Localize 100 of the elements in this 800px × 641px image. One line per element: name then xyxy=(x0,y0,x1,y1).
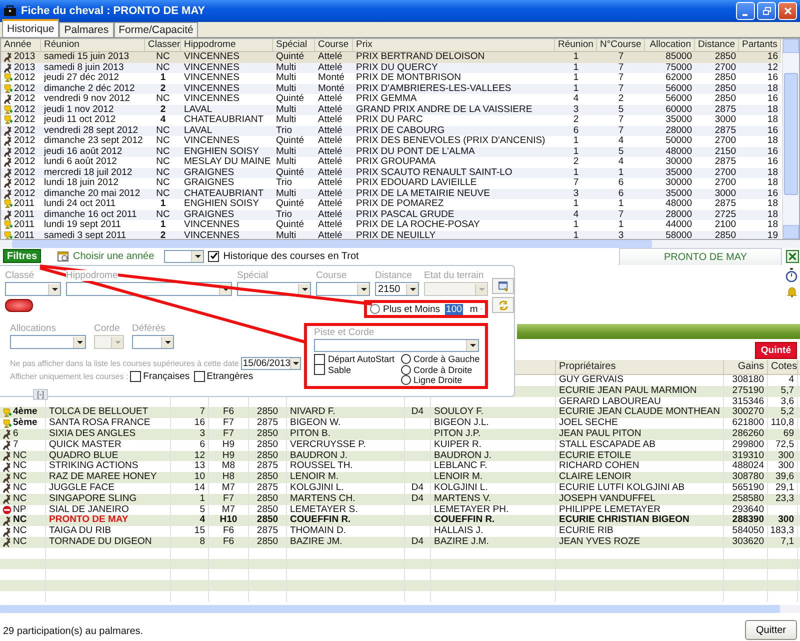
column-header[interactable]: Spécial xyxy=(273,39,315,51)
table-row[interactable]: 2012 lundi 18 juin 2012 NC GRAIGNES Trio Attelé PRIX EDOUARD LAVIEILLE 7 6 30000 2700 18 xyxy=(1,178,781,188)
table-row[interactable]: 4ème TOLCA DE BELLOUET 7 F6 2850 NIVARD F. D4 SOULOY F. ECURIE JEAN CLAUDE MONTHEAN 300270 5,2 xyxy=(0,407,800,418)
field-label: Distance xyxy=(375,270,412,281)
tab[interactable]: Historique xyxy=(2,19,60,37)
stopwatch-icon[interactable] xyxy=(785,268,798,282)
horizontal-scrollbar[interactable] xyxy=(0,240,800,248)
table-cell-text: 28000 xyxy=(664,210,693,220)
filters-button[interactable]: Filtres xyxy=(3,249,42,263)
table-row[interactable]: 2013 samedi 8 juin 2013 NC VINCENNES Multi Attelé PRIX DU QUERCY 1 7 75000 2700 12 xyxy=(1,62,781,73)
table-row[interactable]: 2012 lundi 6 août 2012 NC MESLAY DU MAINE Multi Attelé PRIX GROUPAMA 2 4 30000 2875 16 xyxy=(1,157,781,168)
table-row[interactable]: 6 SIXIA DES ANGLES 3 F7 2850 PITON B. PITON J.P. JEAN PAUL PITON 286260 69 xyxy=(0,428,800,440)
table-row[interactable]: NC QUADRO BLUE 12 H9 2850 BAUDRON J. BAUDRON J. ECURIE ETOILE 319310 300 xyxy=(0,450,800,462)
table-cell-text: NC xyxy=(155,52,171,62)
column-header[interactable]: Prix xyxy=(353,39,555,51)
radio-button[interactable] xyxy=(400,375,411,386)
table-row[interactable]: 5ème SANTA ROSA FRANCE 16 F7 2875 BIGEON W. BIGEON J.L. JOEL SECHE 621800 110,8 xyxy=(0,418,800,429)
table-row[interactable]: NC RAZ DE MAREE HONEY 10 H8 2850 LENOIR M. LENOIR M. CLAIRE LENOIR 308780 39,6 xyxy=(0,472,800,483)
radio-button[interactable] xyxy=(400,364,411,375)
table-row[interactable]: NC STRIKING ACTIONS 13 M8 2875 ROUSSEL TH. LEBLANC F. RICHARD COHEN 488024 300 xyxy=(0,461,800,472)
date-field[interactable]: 15/06/2013 xyxy=(240,357,301,370)
table-cell-text: 18 xyxy=(766,84,779,94)
table-row[interactable]: NP SIAL DE JANEIRO 5 M7 2850 LEMETAYER S. LEMETAYER PH. PHILIPPE LEMETAYER 293640 xyxy=(0,504,800,516)
tab[interactable]: Forme/Capacité xyxy=(114,22,198,37)
restore-button[interactable] xyxy=(757,2,776,20)
column-header[interactable]: Course xyxy=(315,39,353,51)
collapse-toggle[interactable]: [-] xyxy=(33,389,48,400)
table-row[interactable]: NC TORNADE DU DIGEON 8 F6 2850 BAZIRE JM. D4 BAZIRE J.M. JEAN YVES ROZE 303620 7,1 xyxy=(0,536,800,548)
checkbox[interactable] xyxy=(130,371,142,382)
column-header[interactable]: Gains xyxy=(724,360,768,374)
column-header[interactable]: Année xyxy=(1,39,41,51)
table-row[interactable]: 2012 jeudi 16 août 2012 NC ENGHIEN SOISY Multi Attelé PRIX DU PONT DE L'ALMA 1 5 48000 2150 16 xyxy=(1,146,781,157)
table-cell: NC xyxy=(13,494,27,505)
table-row[interactable]: 2013 samedi 15 juin 2013 NC VINCENNES Quinté Attelé PRIX BERTRAND DELOISON 1 7 85000 2850 16 xyxy=(1,52,781,62)
radio-button[interactable] xyxy=(400,354,411,364)
table-row[interactable]: NC PRONTO DE MAY 4 H10 2850 COUEFFIN R. COUEFFIN R. ECURIE CHRISTIAN BIGEON 288390 300 xyxy=(0,515,800,526)
table-cell-text: 1 xyxy=(572,136,580,146)
checkbox[interactable] xyxy=(314,354,325,365)
column-header[interactable]: Distance xyxy=(695,39,739,51)
checkbox[interactable] xyxy=(208,250,220,262)
table-cell: 23,3 xyxy=(776,494,794,505)
table-row[interactable]: 2012 vendredi 9 nov 2012 NC VINCENNES Quinté Attelé PRIX GEMMA 4 2 56000 2850 16 xyxy=(1,94,781,104)
table-cell-text: TOLCA DE BELLOUET xyxy=(49,407,148,418)
table-cell-text: 2 xyxy=(159,104,167,115)
radio-button[interactable] xyxy=(370,304,380,314)
table-row[interactable]: 2012 dimanche 20 mai 2012 NC CHATEAUBRIANT Multi Attelé PRIX DE LA METAIRIE NEUVE 3 6 35000 3000 16 xyxy=(1,188,781,199)
table-row[interactable]: 2012 jeudi 11 oct 2012 4 CHATEAUBRIANT Multi Attelé PRIX DU PARC 2 7 35000 3000 18 xyxy=(1,115,781,126)
column-header[interactable]: Partants xyxy=(739,39,781,51)
spreadsheet-icon[interactable] xyxy=(786,250,799,262)
table-row[interactable]: 2012 dimanche 2 déc 2012 2 VINCENNES Multi Monté PRIX D'AMBRIERES-LES-VALLEES 1 7 56000 2850 18 xyxy=(1,84,781,94)
table-cell: JOSEPH VANDUFFEL xyxy=(559,494,656,505)
table-row[interactable]: 2012 dimanche 23 sept 2012 NC VINCENNES Quinté Attelé PRIX DES BENEVOLES (PRIX D'ANCENIS) 1 4 50000 2700 18 xyxy=(1,136,781,146)
table-cell-text: vendredi 28 sept 2012 xyxy=(43,126,140,136)
table-row[interactable]: 2012 vendredi 28 sept 2012 NC LAVAL Trio Attelé PRIX DE CABOURG 6 7 28000 2875 16 xyxy=(1,126,781,136)
vertical-scrollbar[interactable] xyxy=(782,39,799,239)
minimize-button[interactable] xyxy=(736,2,755,20)
close-button[interactable] xyxy=(778,2,797,20)
bell-icon[interactable] xyxy=(786,286,798,298)
clear-button[interactable] xyxy=(5,299,33,312)
column-header[interactable]: Classer xyxy=(145,39,181,51)
table-row[interactable]: 2012 mercredi 18 juil 2012 NC GRAIGNES Quinté Attelé PRIX SCAUTO RENAULT SAINT-LO 1 1 35000 2700 18 xyxy=(1,168,781,178)
table-cell-text: 2850 xyxy=(256,515,278,526)
dropdown[interactable] xyxy=(132,335,174,349)
column-header[interactable]: Propriétaires xyxy=(556,360,724,374)
table-row[interactable]: 2011 lundi 19 sept 2011 1 VINCENNES Quinté Attelé PRIX DE LA ROCHE-POSAY 1 1 44000 2100 18 xyxy=(1,220,781,230)
table-row[interactable]: 2011 dimanche 16 oct 2011 NC GRAIGNES Trio Attelé PRIX PASCAL GRUDE 4 7 28000 2725 18 xyxy=(1,210,781,220)
column-header[interactable]: Cotes xyxy=(768,360,798,374)
checkbox[interactable] xyxy=(314,364,325,376)
window-icon xyxy=(3,5,17,17)
table-row[interactable]: 7 QUICK MASTER 6 H9 2850 VERCRUYSSE P. KUIPER R. STALL ESCAPADE AB 299800 72,5 xyxy=(0,440,800,451)
table-row[interactable]: NC SINGAPORE SLING 1 F7 2850 MARTENS CH. D4 MARTENS V. JOSEPH VANDUFFEL 258580 23,3 xyxy=(0,494,800,505)
dropdown[interactable]: 2150 xyxy=(375,282,419,296)
column-header[interactable]: Réunion xyxy=(555,39,597,51)
column-header[interactable]: Réunion xyxy=(41,39,145,51)
tab[interactable]: Palmares xyxy=(59,22,114,37)
dropdown[interactable] xyxy=(316,282,370,296)
calendar-button[interactable] xyxy=(492,278,514,294)
checkbox[interactable] xyxy=(194,371,205,382)
table-row[interactable]: NC TAIGA DU RIB 15 F6 2875 THOMAIN D. HALLAIS J. ECURIE RIB 584050 183,3 xyxy=(0,526,800,537)
field-label: Etat du terrain xyxy=(424,270,484,281)
field-label: Course xyxy=(316,270,347,281)
distance-margin-field[interactable]: 100 xyxy=(445,304,463,314)
table-cell: 584050 xyxy=(732,526,764,537)
table-cell: 15 xyxy=(194,526,205,537)
horse-name-tab[interactable]: PRONTO DE MAY xyxy=(619,248,782,264)
table-row[interactable]: NC JUGGLE FACE 14 M7 2875 KOLGJINI L. D4 KOLGJINI L. ECURIE LUTFI KOLGJINI AB 565190 29,1 xyxy=(0,482,800,494)
quit-button[interactable]: Quitter xyxy=(745,620,797,640)
table-row[interactable]: 2011 lundi 24 oct 2011 1 ENGHIEN SOISY Quinté Attelé PRIX DE POMAREZ 1 1 48000 2875 18 xyxy=(1,199,781,210)
table-cell: 258580 xyxy=(732,494,764,505)
table-row[interactable]: 2012 jeudi 27 déc 2012 1 VINCENNES Multi Monté PRIX DE MONTBRISON 1 7 62000 2850 16 xyxy=(1,73,781,84)
horizontal-scrollbar[interactable] xyxy=(0,605,800,613)
column-header[interactable]: Hippodrome xyxy=(181,39,273,51)
table-cell: MARTENS CH. xyxy=(290,494,356,505)
column-header[interactable]: Allocation xyxy=(645,39,695,51)
table-cell-text: 1 xyxy=(159,199,167,210)
dropdown[interactable] xyxy=(10,335,86,349)
table-cell-text: 2875 xyxy=(714,126,737,136)
column-header[interactable]: N°Course xyxy=(597,39,645,51)
table-cell-text: ROUSSEL TH. xyxy=(290,461,353,472)
table-row[interactable]: 2012 jeudi 1 nov 2012 2 LAVAL Multi Attelé GRAND PRIX ANDRE DE LA VAISSIERE 3 5 60000 2875 18 xyxy=(1,104,781,115)
